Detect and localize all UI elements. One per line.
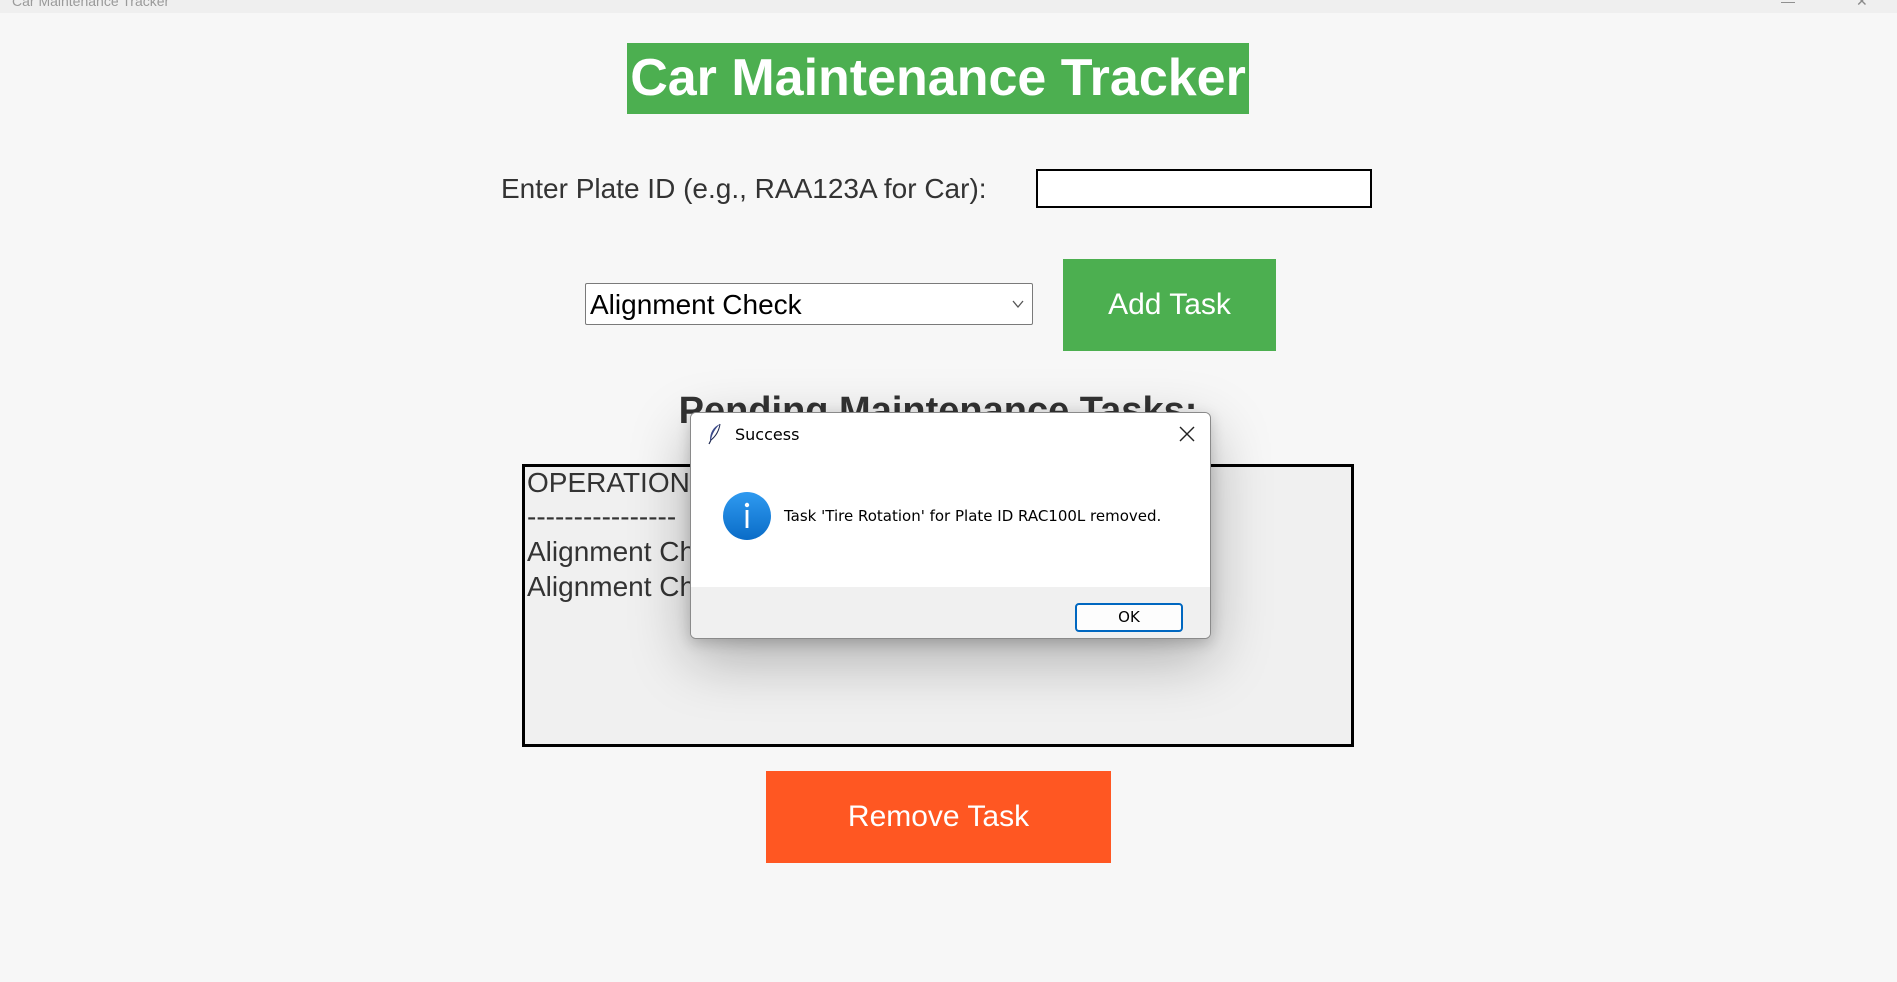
plate-id-input[interactable] [1036, 169, 1372, 208]
close-icon[interactable] [1172, 419, 1202, 449]
dialog-footer: OK [691, 587, 1210, 638]
add-task-button[interactable]: Add Task [1063, 259, 1276, 351]
chevron-down-icon [1012, 300, 1024, 309]
success-dialog: Success Task 'Tire Rotation' for Plate I… [690, 412, 1211, 639]
window-titlebar: Car Maintenance Tracker — ✕ [0, 0, 1897, 13]
task-type-selected-value: Alignment Check [590, 289, 802, 320]
window-title: Car Maintenance Tracker [12, 0, 170, 9]
ok-button[interactable]: OK [1075, 603, 1183, 632]
minimize-button[interactable]: — [1781, 0, 1795, 9]
window-close-button[interactable]: ✕ [1856, 0, 1868, 10]
remove-task-button[interactable]: Remove Task [766, 771, 1111, 863]
plate-id-label: Enter Plate ID (e.g., RAA123A for Car): [501, 173, 987, 204]
info-icon [723, 492, 771, 540]
list-item[interactable]: OPERATION [527, 467, 690, 499]
task-type-dropdown[interactable]: Alignment Check [585, 283, 1033, 325]
app-title: Car Maintenance Tracker [627, 43, 1249, 114]
list-item[interactable]: Alignment Ch [527, 571, 695, 603]
dialog-body: Task 'Tire Rotation' for Plate ID RAC100… [691, 457, 1210, 587]
app-window: Car Maintenance Tracker — ✕ Car Maintena… [0, 0, 1897, 982]
list-item[interactable]: Alignment Ch [527, 536, 695, 568]
dialog-titlebar: Success [691, 413, 1210, 457]
feather-icon [708, 423, 721, 445]
dialog-message: Task 'Tire Rotation' for Plate ID RAC100… [784, 507, 1162, 525]
list-item[interactable]: ---------------- [527, 501, 676, 533]
dialog-title: Success [735, 425, 800, 444]
